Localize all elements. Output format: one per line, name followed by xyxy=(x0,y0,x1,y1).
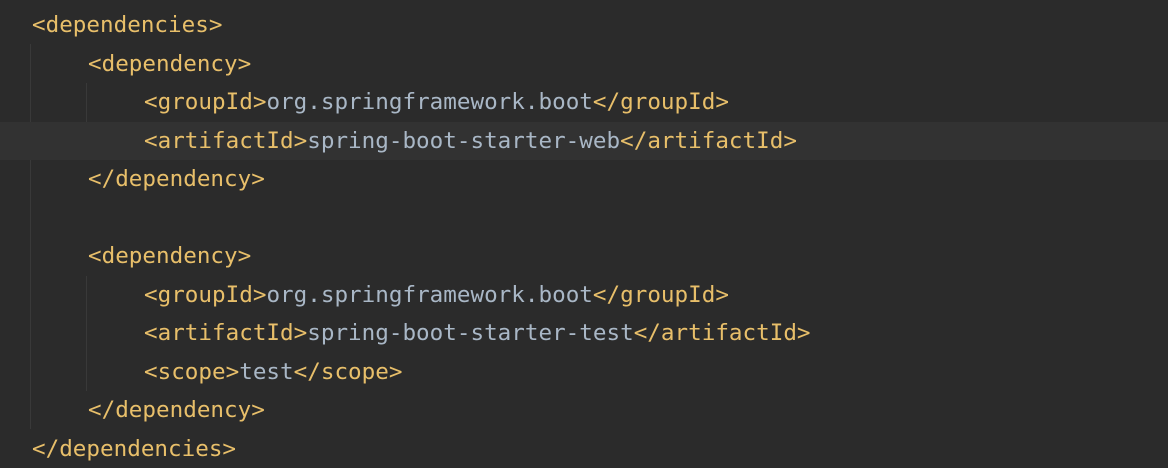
code-line[interactable]: </dependencies> xyxy=(0,430,1168,468)
xml-open-tag: <dependency> xyxy=(88,243,251,269)
xml-open-tag: <artifactId> xyxy=(144,128,307,154)
xml-open-tag: <groupId> xyxy=(144,282,266,308)
xml-open-tag: </dependency> xyxy=(88,397,265,423)
xml-close-tag: </groupId> xyxy=(593,282,729,308)
xml-text: org.springframework.boot xyxy=(266,282,592,308)
code-line-content: <dependencies> xyxy=(32,6,222,45)
xml-close-tag: </artifactId> xyxy=(620,128,797,154)
code-line-content: </dependencies> xyxy=(32,430,236,468)
xml-open-tag: <scope> xyxy=(144,359,239,385)
code-line[interactable]: <scope>test</scope> xyxy=(0,353,1168,392)
xml-close-tag: </artifactId> xyxy=(634,320,811,346)
code-line[interactable]: <groupId>org.springframework.boot</group… xyxy=(0,83,1168,122)
code-line[interactable]: </dependency> xyxy=(0,391,1168,430)
code-line-content: <groupId>org.springframework.boot</group… xyxy=(144,276,729,315)
code-line-content: <artifactId>spring-boot-starter-test</ar… xyxy=(144,314,811,353)
code-line-content: </dependency> xyxy=(88,391,265,430)
code-editor[interactable]: <dependencies><dependency><groupId>org.s… xyxy=(0,0,1168,461)
code-line-content: </dependency> xyxy=(88,160,265,199)
code-line[interactable]: </dependency> xyxy=(0,160,1168,199)
code-line[interactable]: <dependency> xyxy=(0,45,1168,84)
code-line-content: <groupId>org.springframework.boot</group… xyxy=(144,83,729,122)
xml-close-tag: </scope> xyxy=(294,359,403,385)
xml-open-tag: <dependency> xyxy=(88,51,251,77)
code-line-content: <scope>test</scope> xyxy=(144,353,402,392)
code-line[interactable]: <artifactId>spring-boot-starter-web</art… xyxy=(0,122,1168,161)
code-line[interactable]: <dependencies> xyxy=(0,6,1168,45)
code-line[interactable]: <dependency> xyxy=(0,237,1168,276)
xml-text: test xyxy=(239,359,293,385)
xml-open-tag: <groupId> xyxy=(144,89,266,115)
code-line[interactable] xyxy=(0,199,1168,238)
xml-text: spring-boot-starter-test xyxy=(307,320,633,346)
xml-open-tag: </dependencies> xyxy=(32,436,236,462)
xml-open-tag: <artifactId> xyxy=(144,320,307,346)
xml-open-tag: <dependencies> xyxy=(32,12,222,38)
code-line-content: <dependency> xyxy=(88,237,251,276)
code-line[interactable]: <groupId>org.springframework.boot</group… xyxy=(0,276,1168,315)
xml-close-tag: </groupId> xyxy=(593,89,729,115)
xml-open-tag: </dependency> xyxy=(88,166,265,192)
code-line[interactable]: <artifactId>spring-boot-starter-test</ar… xyxy=(0,314,1168,353)
xml-text: org.springframework.boot xyxy=(266,89,592,115)
xml-text: spring-boot-starter-web xyxy=(307,128,620,154)
code-line-content: <dependency> xyxy=(88,45,251,84)
code-line-content: <artifactId>spring-boot-starter-web</art… xyxy=(144,122,797,161)
